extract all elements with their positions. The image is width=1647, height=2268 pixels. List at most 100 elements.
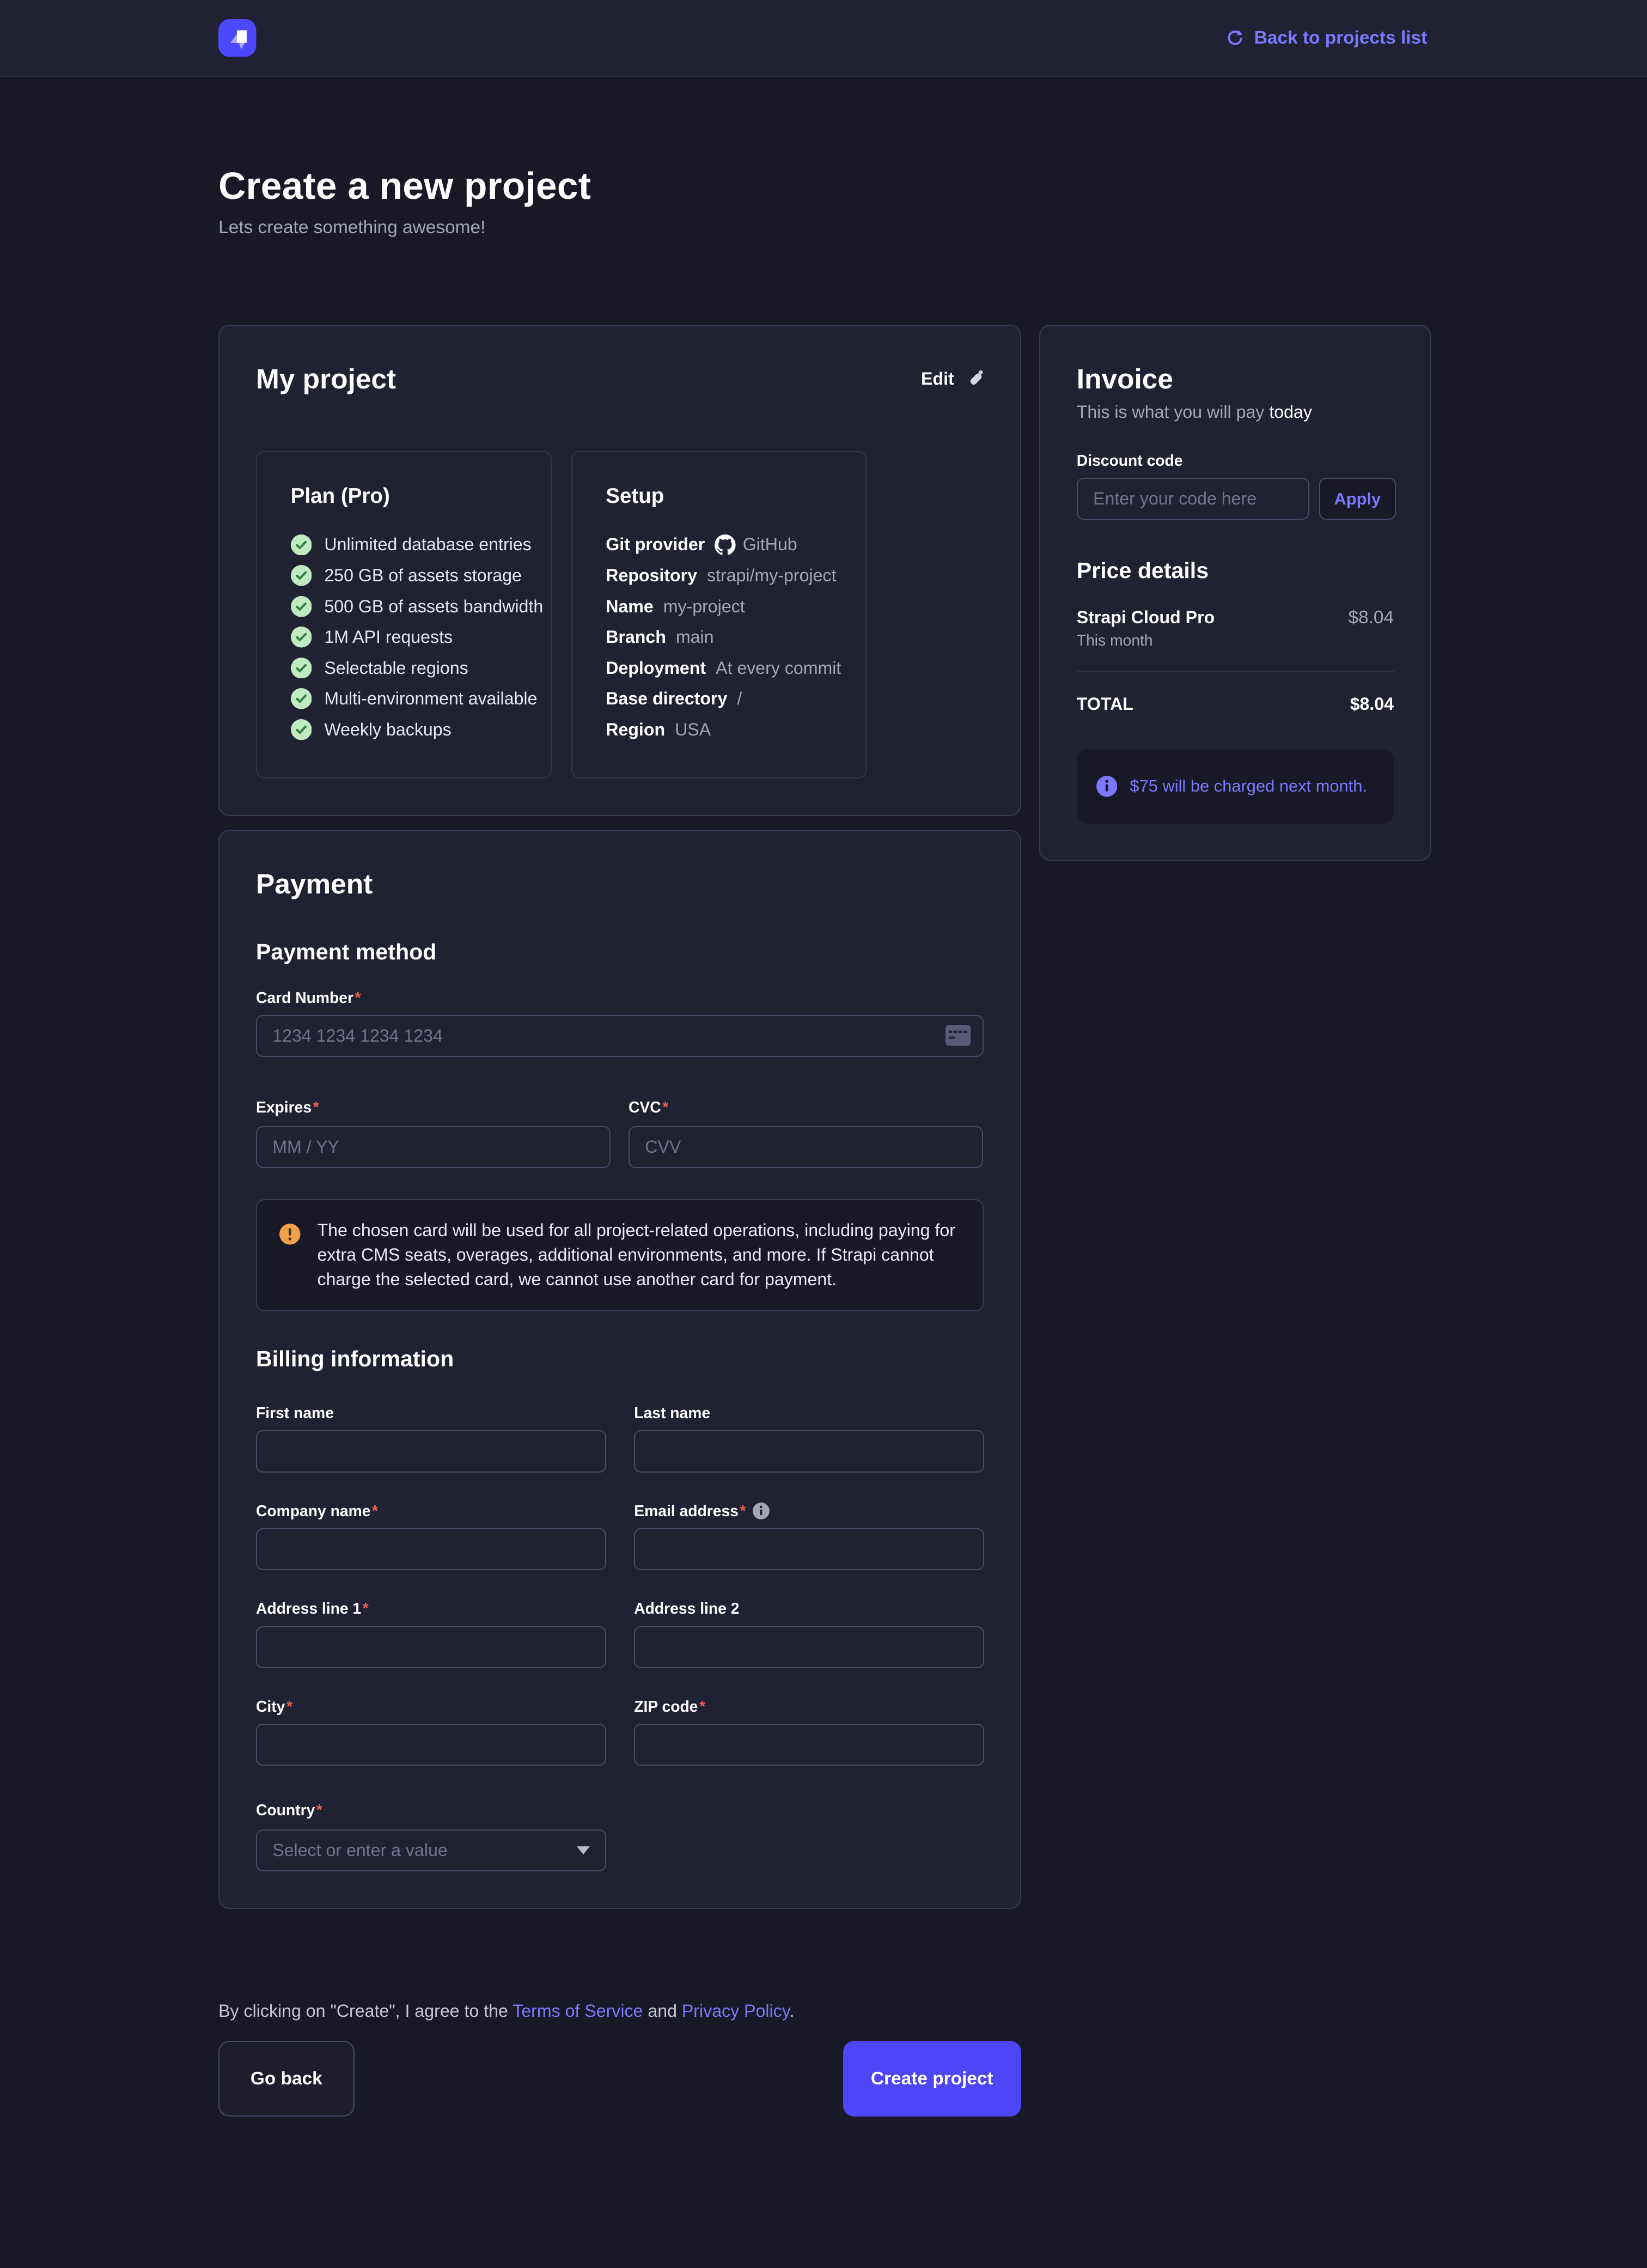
address-line-2-field: Address line 2 xyxy=(634,1600,984,1668)
first-name-input[interactable] xyxy=(256,1430,606,1472)
invoice-divider xyxy=(1077,671,1394,672)
plan-feature-label: Unlimited database entries xyxy=(324,534,531,555)
plan-feature: 1M API requests xyxy=(291,622,517,653)
agreement-prefix: By clicking on "Create", I agree to the xyxy=(218,2001,513,2021)
card-number-label: Card Number* xyxy=(256,989,984,1007)
required-asterisk: * xyxy=(313,1098,319,1116)
company-name-input[interactable] xyxy=(256,1528,606,1570)
address-line-2-input[interactable] xyxy=(634,1626,984,1668)
plan-title: Plan (Pro) xyxy=(291,484,517,508)
terms-of-service-link[interactable]: Terms of Service xyxy=(513,2001,643,2021)
cvc-input[interactable] xyxy=(629,1126,983,1168)
required-asterisk: * xyxy=(355,989,361,1006)
plan-feature-label: 1M API requests xyxy=(324,627,453,647)
price-line-item: Strapi Cloud Pro This month $8.04 xyxy=(1077,607,1394,650)
first-name-field: First name xyxy=(256,1404,606,1473)
setup-row-value: main xyxy=(676,627,714,647)
zip-code-input[interactable] xyxy=(634,1724,984,1766)
required-asterisk: * xyxy=(699,1698,705,1715)
next-month-charge-text: $75 will be charged next month. xyxy=(1130,776,1367,796)
page-title: Create a new project xyxy=(218,164,1429,208)
company-name-label: Company name xyxy=(256,1502,370,1519)
check-circle-icon xyxy=(291,565,312,586)
email-address-input[interactable] xyxy=(634,1528,984,1570)
email-address-field: Email address* xyxy=(634,1502,984,1571)
plan-feature: Selectable regions xyxy=(291,653,517,684)
setup-row-git-provider: Git provider GitHub xyxy=(606,530,832,561)
edit-button[interactable]: Edit xyxy=(921,369,984,389)
go-back-button[interactable]: Go back xyxy=(218,2041,354,2117)
caret-down-icon xyxy=(577,1846,590,1854)
line-item-amount: $8.04 xyxy=(1348,607,1394,628)
plan-feature: Unlimited database entries xyxy=(291,530,517,561)
payment-card: Payment Payment method Card Number* xyxy=(218,830,1021,1908)
expires-label: Expires* xyxy=(256,1098,319,1116)
expires-input[interactable] xyxy=(256,1126,611,1168)
zip-code-field: ZIP code* xyxy=(634,1698,984,1766)
privacy-policy-link[interactable]: Privacy Policy xyxy=(682,2001,790,2021)
undo-arrow-icon xyxy=(1225,28,1245,48)
card-number-input[interactable] xyxy=(256,1015,984,1057)
plan-feature: 500 GB of assets bandwidth xyxy=(291,591,517,622)
total-row: TOTAL $8.04 xyxy=(1077,694,1394,714)
strapi-logo-icon[interactable] xyxy=(218,19,256,57)
setup-row-name: Name my-project xyxy=(606,591,832,622)
last-name-label: Last name xyxy=(634,1404,710,1422)
email-address-label: Email address xyxy=(634,1502,739,1519)
check-circle-icon xyxy=(291,627,312,648)
invoice-subtitle-emphasis: today xyxy=(1269,402,1312,422)
line-item-period: This month xyxy=(1077,631,1215,649)
setup-row-value: / xyxy=(737,689,742,709)
setup-rows: Git provider GitHub Repository strapi/my… xyxy=(606,530,832,745)
top-navbar: Back to projects list xyxy=(0,0,1647,77)
my-project-title: My project xyxy=(256,362,396,395)
plan-feature-list: Unlimited database entries 250 GB of ass… xyxy=(291,530,517,745)
check-circle-icon xyxy=(291,688,312,709)
setup-row-repository: Repository strapi/my-project xyxy=(606,560,832,591)
setup-row-deployment: Deployment At every commit xyxy=(606,653,832,684)
total-amount: $8.04 xyxy=(1350,694,1394,714)
required-asterisk: * xyxy=(372,1502,378,1519)
agreement-suffix: . xyxy=(789,2001,794,2021)
city-input[interactable] xyxy=(256,1724,606,1766)
expires-label-text: Expires xyxy=(256,1098,312,1116)
back-to-projects-link[interactable]: Back to projects list xyxy=(1225,28,1427,48)
country-select-placeholder: Select or enter a value xyxy=(272,1840,447,1860)
setup-row-label: Branch xyxy=(606,627,666,647)
edit-button-label: Edit xyxy=(921,369,954,389)
last-name-input[interactable] xyxy=(634,1430,984,1472)
setup-row-value: strapi/my-project xyxy=(707,566,836,586)
git-provider-value: GitHub xyxy=(743,534,797,555)
setup-row-label: Base directory xyxy=(606,689,727,709)
check-circle-icon xyxy=(291,719,312,740)
setup-row-label: Deployment xyxy=(606,658,706,678)
payment-title: Payment xyxy=(256,867,984,900)
next-month-charge-note: $75 will be charged next month. xyxy=(1077,749,1394,823)
page-subtitle: Lets create something awesome! xyxy=(218,217,1429,238)
plan-feature: 250 GB of assets storage xyxy=(291,560,517,591)
create-project-button[interactable]: Create project xyxy=(843,2041,1021,2117)
setup-row-value: At every commit xyxy=(716,658,841,678)
check-circle-icon xyxy=(291,534,312,556)
invoice-title: Invoice xyxy=(1077,362,1394,395)
address-line-1-input[interactable] xyxy=(256,1626,606,1668)
credit-card-icon xyxy=(945,1025,971,1046)
apply-button[interactable]: Apply xyxy=(1319,478,1396,520)
my-project-card: My project Edit Plan (Pro) xyxy=(218,325,1021,816)
cvc-label-text: CVC xyxy=(629,1098,661,1116)
country-field: Country* Select or enter a value xyxy=(256,1795,606,1871)
setup-row-value: my-project xyxy=(663,597,745,617)
invoice-subtitle-prefix: This is what you will pay xyxy=(1077,402,1270,422)
country-select[interactable]: Select or enter a value xyxy=(256,1829,606,1871)
billing-information-title: Billing information xyxy=(256,1346,984,1372)
info-icon xyxy=(1096,776,1118,797)
discount-code-input[interactable] xyxy=(1077,478,1309,520)
github-icon xyxy=(715,534,736,556)
setup-box: Setup Git provider GitHub xyxy=(571,451,867,779)
cvc-label: CVC* xyxy=(629,1098,668,1116)
info-icon[interactable] xyxy=(753,1503,770,1519)
address-line-1-field: Address line 1* xyxy=(256,1600,606,1668)
plan-feature-label: Multi-environment available xyxy=(324,689,537,709)
setup-row-label: Git provider xyxy=(606,534,705,555)
zip-code-label: ZIP code xyxy=(634,1698,698,1715)
